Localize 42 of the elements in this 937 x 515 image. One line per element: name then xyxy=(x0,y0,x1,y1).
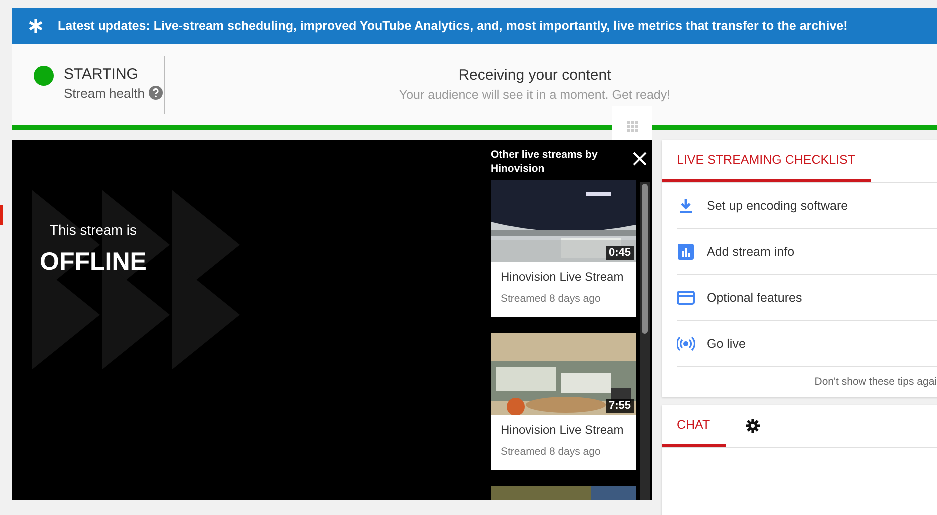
sidebar-indicator xyxy=(0,205,3,225)
checklist-item[interactable]: Go live xyxy=(677,321,937,367)
video-meta: Streamed 8 days ago xyxy=(500,445,602,458)
checklist-label: Add stream info xyxy=(707,244,795,258)
video-card[interactable]: 7:55 Hinovision Live Stream Streamed 8 days ago xyxy=(491,333,636,470)
help-icon xyxy=(148,86,163,100)
scroll-thumb[interactable] xyxy=(642,184,648,334)
checklist-item[interactable]: Add stream info xyxy=(677,229,937,275)
sidebar-title: Other live streams by Hinovision xyxy=(491,148,599,176)
asterisk-icon xyxy=(28,18,44,34)
scrollbar[interactable] xyxy=(640,182,650,500)
status-text: STARTING xyxy=(64,66,140,82)
bar-chart-icon xyxy=(677,242,695,260)
video-title: Hinovision Live Stream xyxy=(500,269,625,284)
banner-text: Latest updates: Live-stream scheduling, improved YouTube Analytics, and, most importantly, live metrics that transfer to the archive! xyxy=(58,19,848,33)
settings-button[interactable] xyxy=(746,419,760,433)
video-meta: Streamed 8 days ago xyxy=(500,292,602,305)
checklist-label: Go live xyxy=(707,336,746,350)
checklist-label: Set up encoding software xyxy=(707,198,848,212)
checklist-item[interactable]: Set up encoding software xyxy=(677,183,937,229)
card-icon xyxy=(677,288,695,306)
checklist-tab[interactable]: LIVE STREAMING CHECKLIST xyxy=(662,140,871,182)
download-icon xyxy=(677,196,695,214)
grid-icon xyxy=(626,120,638,132)
offline-caption: This stream is xyxy=(48,222,138,238)
offline-label: OFFLINE xyxy=(40,248,147,277)
dismiss-link[interactable]: Don't show these tips agai xyxy=(814,376,937,388)
video-title: Hinovision Live Stream xyxy=(500,422,625,437)
status-title: Receiving your content xyxy=(458,67,612,84)
duration-badge: 7:55 xyxy=(606,399,634,413)
status-subtitle: Your audience will see it in a moment. Get ready! xyxy=(398,88,672,102)
duration-badge: 0:45 xyxy=(606,246,634,260)
health-label: Stream health xyxy=(64,86,145,100)
close-button[interactable] xyxy=(633,152,647,166)
video-card[interactable]: 0:45 Hinovision Live Stream Streamed 8 days ago xyxy=(491,180,636,317)
chat-tab[interactable]: CHAT xyxy=(662,405,726,447)
close-icon xyxy=(633,152,647,166)
drag-handle[interactable] xyxy=(612,106,652,140)
settings-icon xyxy=(746,419,760,433)
checklist-item[interactable]: Optional features xyxy=(677,275,937,321)
broadcast-icon xyxy=(677,334,695,352)
checklist-label: Optional features xyxy=(707,290,802,304)
